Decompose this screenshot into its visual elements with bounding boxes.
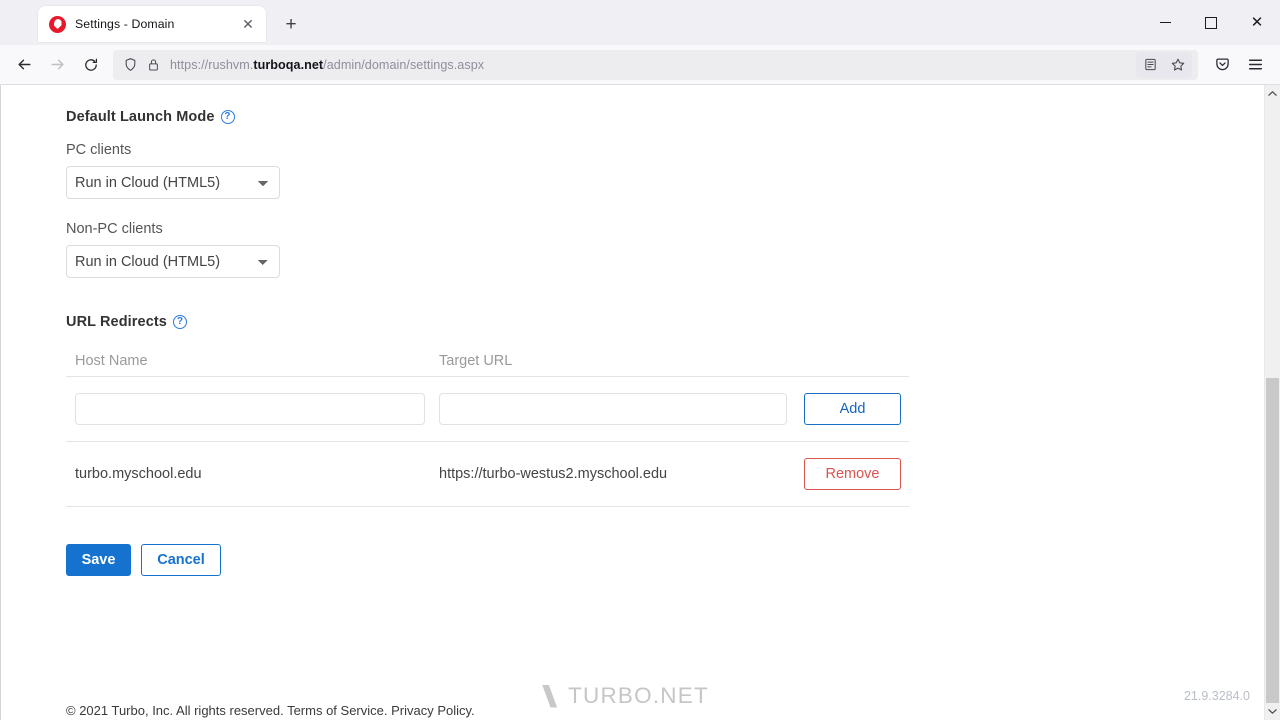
shield-icon[interactable] [123, 57, 138, 72]
bookmark-star-icon[interactable] [1164, 52, 1192, 78]
turbo-logo-icon [49, 16, 66, 33]
url-redirects-title: URL Redirects [66, 314, 167, 330]
logo-text: TURBO.NET [568, 683, 709, 709]
new-tab-button[interactable]: + [278, 11, 304, 37]
row-action-cell: Remove [804, 458, 909, 490]
close-window-button[interactable]: ✕ [1234, 0, 1280, 45]
url-bar-actions [1136, 52, 1192, 78]
web-page: Default Launch Mode ? PC clients Run in … [1, 85, 1264, 720]
pc-clients-select[interactable]: Run in Cloud (HTML5) [66, 166, 280, 199]
pc-clients-label: PC clients [66, 142, 1264, 158]
navigation-toolbar: https://rushvm.turboqa.net/admin/domain/… [0, 45, 1280, 85]
app-menu-icon[interactable] [1239, 50, 1272, 80]
lock-icon[interactable] [147, 58, 160, 72]
new-target-cell [439, 393, 804, 425]
scrollbar-thumb[interactable] [1266, 378, 1279, 703]
url-bar[interactable]: https://rushvm.turboqa.net/admin/domain/… [113, 50, 1198, 80]
cell-target: https://turbo-westus2.myschool.edu [439, 466, 804, 482]
target-url-input[interactable] [439, 393, 787, 425]
launch-mode-title: Default Launch Mode [66, 109, 215, 125]
pocket-icon[interactable] [1206, 50, 1239, 80]
maximize-button[interactable] [1188, 0, 1234, 45]
cancel-button[interactable]: Cancel [141, 544, 221, 576]
url-redirects-table: Host Name Target URL [66, 346, 909, 507]
tab-title: Settings - Domain [75, 17, 238, 31]
footer-legal-text: © 2021 Turbo, Inc. All rights reserved. … [66, 703, 475, 718]
new-row-action-cell: Add [804, 393, 909, 425]
reader-view-icon[interactable] [1136, 52, 1164, 78]
window-controls: ✕ [1142, 0, 1280, 45]
cell-host: turbo.myschool.edu [66, 466, 439, 482]
remove-button[interactable]: Remove [804, 458, 901, 490]
non-pc-clients-label: Non-PC clients [66, 221, 1264, 237]
browser-tab[interactable]: Settings - Domain ✕ [38, 6, 266, 42]
version-label: 21.9.3284.0 [1184, 689, 1250, 703]
settings-content: Default Launch Mode ? PC clients Run in … [1, 85, 1264, 576]
scroll-up-icon[interactable] [1265, 85, 1280, 102]
save-button[interactable]: Save [66, 544, 131, 576]
url-text[interactable]: https://rushvm.turboqa.net/admin/domain/… [170, 58, 1136, 72]
scroll-down-icon[interactable] [1265, 703, 1280, 720]
help-icon[interactable]: ? [173, 315, 187, 329]
tab-strip: Settings - Domain ✕ + ✕ [0, 0, 1280, 45]
url-redirects-section: URL Redirects ? Host Name Target URL [66, 314, 1264, 507]
table-row: turbo.myschool.edu https://turbo-westus2… [66, 442, 909, 506]
form-actions: Save Cancel [66, 544, 1264, 576]
column-header-target: Target URL [439, 353, 804, 369]
url-redirects-heading: URL Redirects ? [66, 314, 1264, 330]
back-icon[interactable] [8, 50, 41, 80]
reload-icon[interactable] [74, 50, 107, 80]
forward-icon [41, 50, 74, 80]
new-host-cell [66, 393, 439, 425]
browser-window: Settings - Domain ✕ + ✕ [0, 0, 1280, 720]
new-redirect-row: Add [66, 377, 909, 441]
host-name-input[interactable] [75, 393, 425, 425]
vertical-scrollbar[interactable] [1264, 85, 1280, 720]
minimize-button[interactable] [1142, 0, 1188, 45]
column-header-host: Host Name [66, 353, 439, 369]
turbo-net-logo: TURBO.NET [542, 683, 709, 709]
close-icon[interactable]: ✕ [238, 14, 258, 34]
non-pc-clients-select[interactable]: Run in Cloud (HTML5) [66, 245, 280, 278]
launch-mode-section: Default Launch Mode ? PC clients Run in … [66, 109, 1264, 278]
add-button[interactable]: Add [804, 393, 901, 425]
help-icon[interactable]: ? [221, 110, 235, 124]
table-divider [66, 506, 909, 507]
launch-mode-heading: Default Launch Mode ? [66, 109, 1264, 125]
turbo-slash-icon [542, 685, 557, 708]
scrollbar-track[interactable] [1265, 102, 1280, 703]
table-header-row: Host Name Target URL [66, 346, 909, 376]
page-viewport: Default Launch Mode ? PC clients Run in … [0, 85, 1280, 720]
